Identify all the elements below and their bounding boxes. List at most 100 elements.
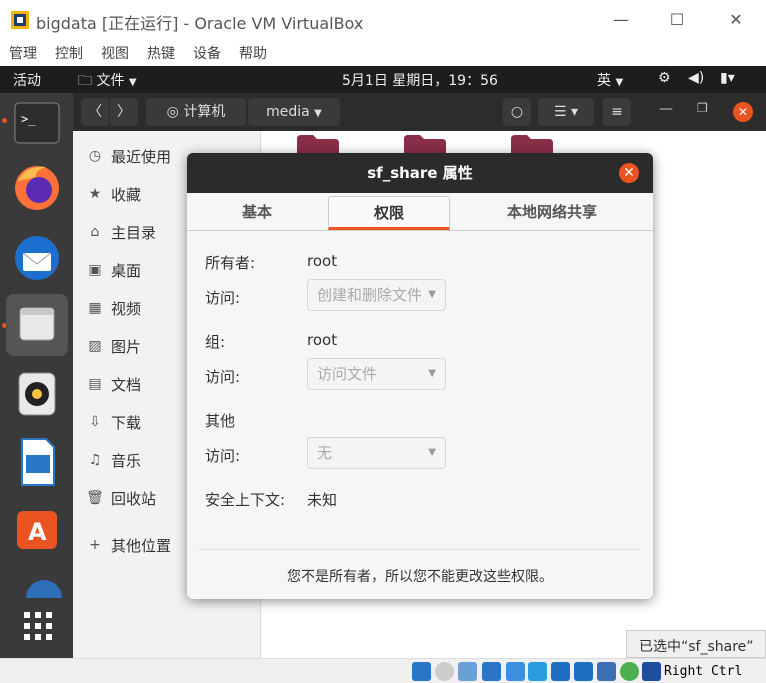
clock[interactable]: 5月1日 星期日，19：56 (342, 70, 498, 90)
sidebar-item-documents[interactable]: ▤ 文档 (85, 372, 141, 396)
input-method-menu[interactable]: 英 ▼ (597, 70, 623, 90)
folder-icon: 🗀 (78, 73, 92, 89)
folder-icon (511, 135, 553, 153)
group-access-label: 访问: (205, 368, 241, 386)
battery-icon[interactable]: ▮▾ (720, 70, 735, 86)
display-icon[interactable] (551, 662, 570, 681)
sidebar-item-recent[interactable]: ◷ 最近使用 (85, 144, 171, 168)
restore-icon[interactable]: ❐ (697, 101, 708, 115)
chevron-down-icon: ▼ (428, 447, 436, 458)
group-access-select[interactable]: 访问文件 ▼ (307, 358, 446, 390)
dialog-title: sf_share 属性 (367, 164, 473, 182)
hard-disk-icon[interactable] (412, 662, 431, 681)
menu-view[interactable]: 视图 (101, 43, 129, 63)
sidebar-item-label: 回收站 (111, 489, 157, 508)
sidebar-item-label: 文档 (111, 375, 142, 394)
sidebar-item-label: 下载 (111, 413, 142, 432)
path-computer[interactable]: ◎ 计算机 (146, 98, 246, 126)
minimize-button[interactable]: — (606, 6, 636, 34)
others-access-select[interactable]: 无 ▼ (307, 437, 446, 469)
menu-control[interactable]: 控制 (55, 43, 83, 63)
keyboard-capture-icon[interactable] (642, 662, 661, 681)
sidebar-item-home[interactable]: ⌂ 主目录 (85, 220, 156, 244)
view-options-button[interactable]: ☰ ▾ (538, 98, 594, 126)
trash-icon: 🗑 (86, 490, 104, 506)
usb-icon[interactable] (506, 662, 525, 681)
chevron-down-icon: ▼ (128, 77, 137, 88)
others-access-value: 无 (317, 444, 333, 462)
audio-icon[interactable] (458, 662, 477, 681)
firefox-launcher[interactable] (6, 157, 68, 219)
folder-icon (404, 135, 446, 153)
virtualization-icon[interactable] (597, 662, 616, 681)
optical-drive-icon[interactable] (435, 662, 454, 681)
search-button[interactable]: ○ (503, 98, 531, 126)
terminal-launcher[interactable]: >_ (6, 93, 68, 155)
menu-manage[interactable]: 管理 (9, 43, 37, 63)
close-window-button[interactable]: ✕ (721, 6, 751, 34)
gnome-top-bar: 活动 🗀 文件 ▼ 5月1日 星期日，19：56 英 ▼ ⚙ ◀) ▮▾ (0, 66, 766, 93)
back-button[interactable]: 〈 (81, 98, 109, 126)
menu-hotkey[interactable]: 热键 (147, 43, 175, 63)
menu-help[interactable]: 帮助 (239, 43, 267, 63)
sidebar-item-label: 其他位置 (111, 536, 172, 555)
path-media[interactable]: media ▼ (248, 98, 340, 126)
sidebar-item-pictures[interactable]: ▨ 图片 (85, 334, 141, 358)
sidebar-item-label: 收藏 (111, 185, 142, 204)
files-launcher[interactable] (6, 294, 68, 356)
input-method-label: 英 (597, 73, 611, 89)
volume-icon[interactable]: ◀) (688, 70, 704, 86)
close-icon[interactable]: ✕ (733, 102, 753, 122)
search-icon: ○ (510, 104, 524, 120)
music-icon: ♫ (88, 452, 102, 468)
divider (199, 549, 640, 550)
menu-devices[interactable]: 设备 (193, 43, 221, 63)
chevron-down-icon: ▼ (615, 77, 624, 88)
guest-additions-icon[interactable] (620, 662, 639, 681)
dialog-close-button[interactable]: ✕ (619, 163, 639, 183)
network-adapter-icon[interactable] (482, 662, 501, 681)
app-menu-label: 文件 (96, 73, 125, 89)
owner-access-select[interactable]: 创建和删除文件 ▼ (307, 279, 446, 311)
writer-launcher[interactable] (6, 431, 68, 493)
app-menu[interactable]: 🗀 文件 ▼ (78, 70, 137, 94)
minimize-icon[interactable]: — (659, 101, 673, 117)
sidebar-item-other-locations[interactable]: + 其他位置 (85, 533, 171, 557)
firefox-icon (15, 166, 59, 210)
menu-button[interactable]: ≡ (603, 98, 631, 126)
group-access-value: 访问文件 (317, 365, 378, 383)
sidebar-item-label: 桌面 (111, 261, 142, 280)
dock: >_ A (0, 93, 73, 658)
group-value: root (307, 331, 338, 349)
sidebar-item-desktop[interactable]: ▣ 桌面 (85, 258, 141, 282)
activities-button[interactable]: 活动 (13, 70, 41, 90)
path-computer-label: 计算机 (183, 104, 226, 120)
sidebar-item-music[interactable]: ♫ 音乐 (85, 448, 141, 472)
terminal-icon: >_ (14, 102, 60, 144)
tab-local-network-share[interactable]: 本地网络共享 (477, 196, 627, 230)
tab-basic[interactable]: 基本 (207, 196, 307, 230)
sidebar-item-trash[interactable]: 🗑 回收站 (85, 486, 156, 510)
sidebar-item-label: 图片 (111, 337, 142, 356)
software-launcher[interactable]: A (6, 499, 68, 561)
selection-status: 已选中“sf_share” (626, 630, 766, 658)
owner-value: root (307, 252, 338, 270)
path-media-label: media (266, 104, 310, 120)
sidebar-item-downloads[interactable]: ⇩ 下载 (85, 410, 141, 434)
tab-permissions[interactable]: 权限 (328, 196, 450, 230)
rhythmbox-launcher[interactable] (6, 363, 68, 425)
owner-label: 所有者: (205, 254, 256, 272)
maximize-button[interactable]: ☐ (662, 6, 692, 34)
sidebar-item-label: 视频 (111, 299, 142, 318)
recording-icon[interactable] (574, 662, 593, 681)
group-label: 组: (205, 333, 226, 351)
thunderbird-launcher[interactable] (6, 227, 68, 289)
speaker-icon (18, 372, 56, 416)
network-icon[interactable]: ⚙ (658, 70, 671, 86)
sidebar-item-videos[interactable]: ▦ 视频 (85, 296, 141, 320)
picture-icon: ▨ (88, 338, 102, 354)
show-applications-button[interactable] (6, 594, 68, 656)
sidebar-item-starred[interactable]: ★ 收藏 (85, 182, 141, 206)
forward-button[interactable]: 〉 (110, 98, 138, 126)
shared-folders-icon[interactable] (528, 662, 547, 681)
